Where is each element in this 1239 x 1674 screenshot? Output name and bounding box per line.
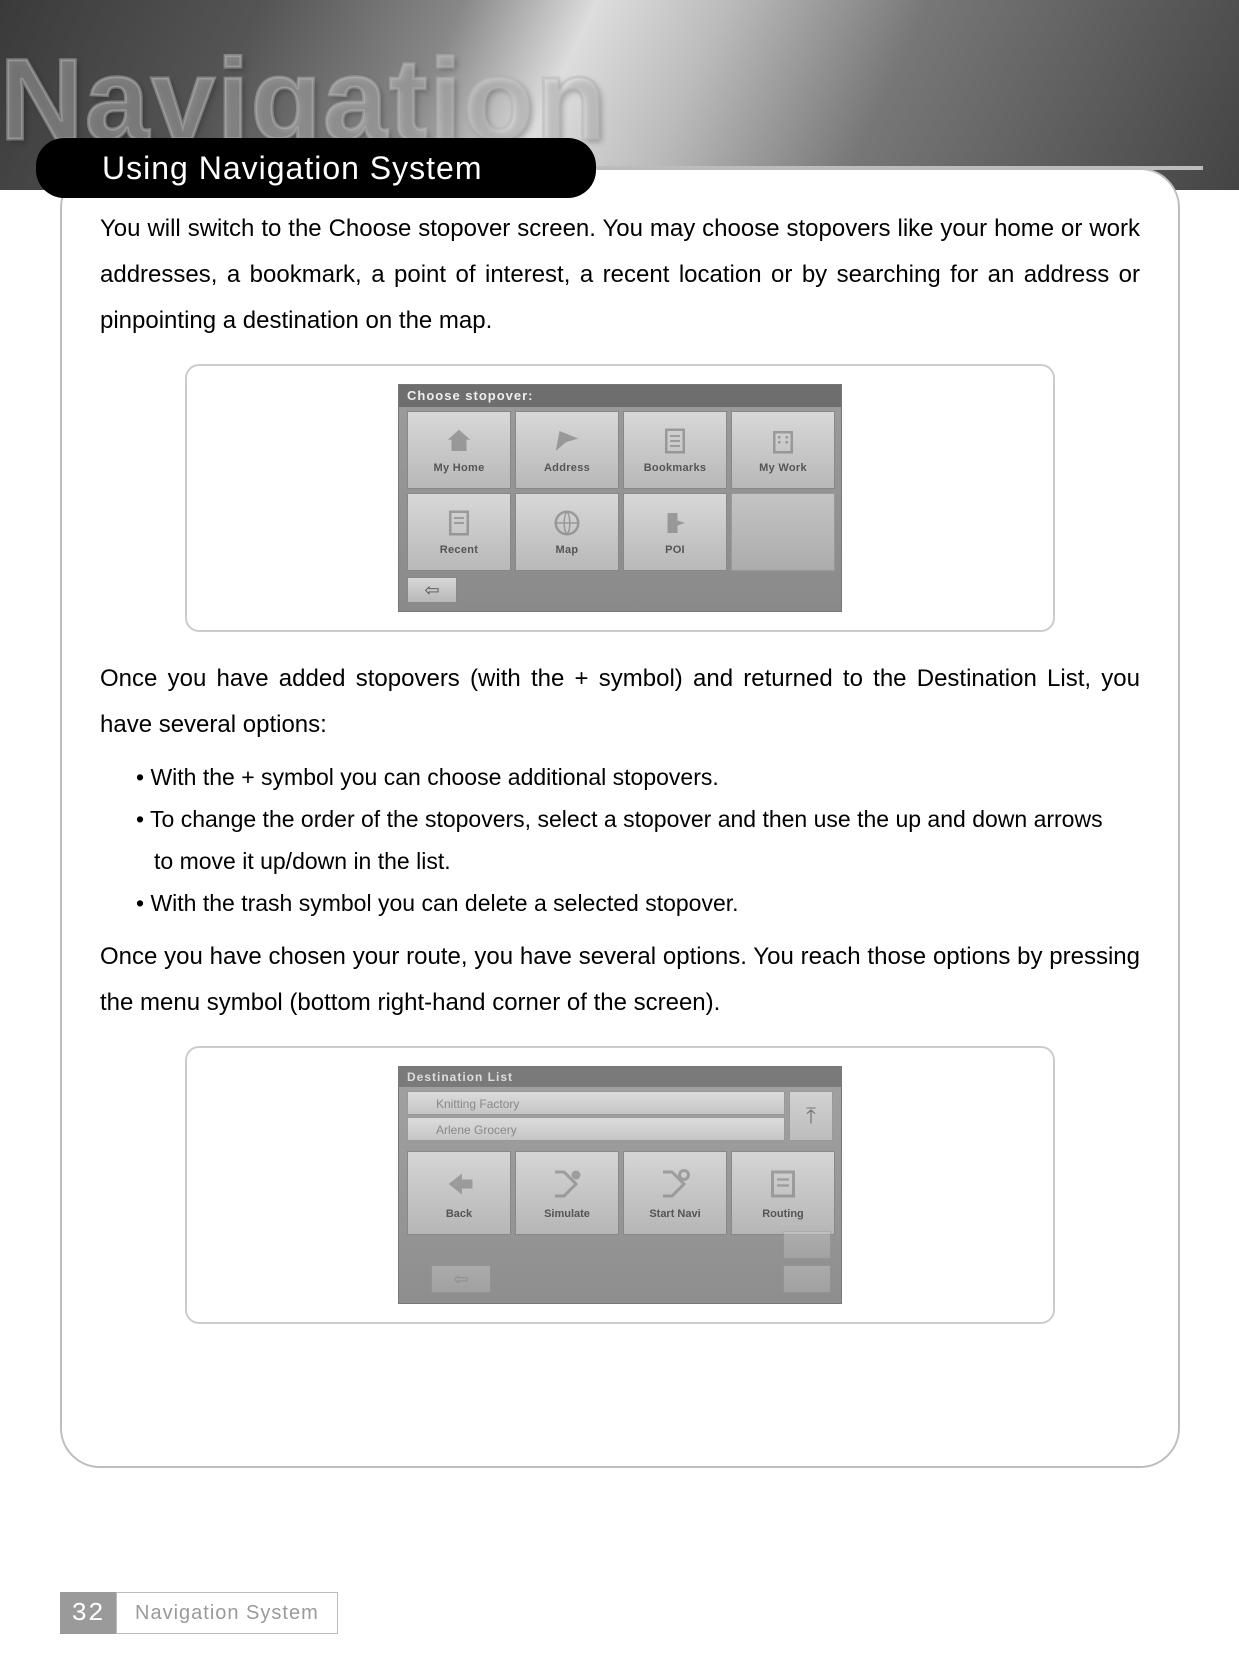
address-button[interactable]: Address [515,411,619,489]
map-button[interactable]: Map [515,493,619,571]
poi-icon [658,508,692,538]
work-icon [766,426,800,456]
bullet-list: With the + symbol you can choose additio… [136,756,1140,924]
content-panel: You will switch to the Choose stopover s… [60,168,1180,1468]
choose-stopover-screen: Choose stopover: My Home Address Bookmar… [398,384,842,612]
empty-slot [731,493,835,571]
poi-button[interactable]: POI [623,493,727,571]
section-divider [560,166,1203,170]
screen2-title: Destination List [399,1067,841,1087]
start-navi-icon [655,1166,695,1202]
screen1-title: Choose stopover: [399,385,841,407]
back-arrow-icon: ⇦ [453,1269,468,1290]
button-label: Address [544,462,590,474]
routing-icon [763,1166,803,1202]
destination-row-2[interactable]: Arlene Grocery [407,1117,785,1141]
button-label: Bookmarks [644,462,707,474]
button-label: Recent [440,544,478,556]
page-footer: 32 Navigation System [60,1592,338,1634]
page-number: 32 [60,1592,116,1634]
up-arrow-icon: ⤒ [806,1103,816,1129]
my-home-button[interactable]: My Home [407,411,511,489]
address-icon [550,426,584,456]
bookmarks-icon [658,426,692,456]
add-button[interactable] [783,1231,831,1259]
button-label: Back [446,1208,472,1220]
menu-button[interactable] [783,1265,831,1293]
bullet-item: With the trash symbol you can delete a s… [136,882,1140,924]
paragraph-1: You will switch to the Choose stopover s… [100,206,1140,344]
button-label: Start Navi [649,1208,700,1220]
back-button[interactable]: Back [407,1151,511,1235]
bookmarks-button[interactable]: Bookmarks [623,411,727,489]
footer-label: Navigation System [116,1592,338,1634]
button-label: POI [665,544,685,556]
routing-button[interactable]: Routing [731,1151,835,1235]
simulate-button[interactable]: Simulate [515,1151,619,1235]
back-button[interactable]: ⇦ [407,577,457,603]
globe-icon [550,508,584,538]
bullet-item: To change the order of the stopovers, se… [136,798,1140,840]
start-navi-button[interactable]: Start Navi [623,1151,727,1235]
button-label: My Work [759,462,807,474]
bullet-item-continuation: to move it up/down in the list. [154,840,1140,882]
home-icon [442,426,476,456]
back-arrow-icon [439,1166,479,1202]
button-label: Routing [762,1208,804,1220]
bullet-item: With the + symbol you can choose additio… [136,756,1140,798]
back-arrow-small[interactable]: ⇦ [431,1265,491,1293]
paragraph-2: Once you have added stopovers (with the … [100,656,1140,748]
button-label: Simulate [544,1208,590,1220]
paragraph-3: Once you have chosen your route, you hav… [100,934,1140,1026]
section-title: Using Navigation System [102,150,482,187]
destination-row-1[interactable]: Knitting Factory [407,1091,785,1115]
recent-button[interactable]: Recent [407,493,511,571]
button-label: Map [556,544,579,556]
simulate-icon [547,1166,587,1202]
move-up-button[interactable]: ⤒ [789,1091,833,1141]
screenshot-frame-2: Destination List Knitting Factory Arlene… [185,1046,1055,1324]
back-arrow-icon: ⇦ [424,580,439,601]
destination-list-screen: Destination List Knitting Factory Arlene… [398,1066,842,1304]
button-label: My Home [434,462,485,474]
screenshot-frame-1: Choose stopover: My Home Address Bookmar… [185,364,1055,632]
recent-icon [442,508,476,538]
my-work-button[interactable]: My Work [731,411,835,489]
section-title-pill: Using Navigation System [36,138,596,198]
